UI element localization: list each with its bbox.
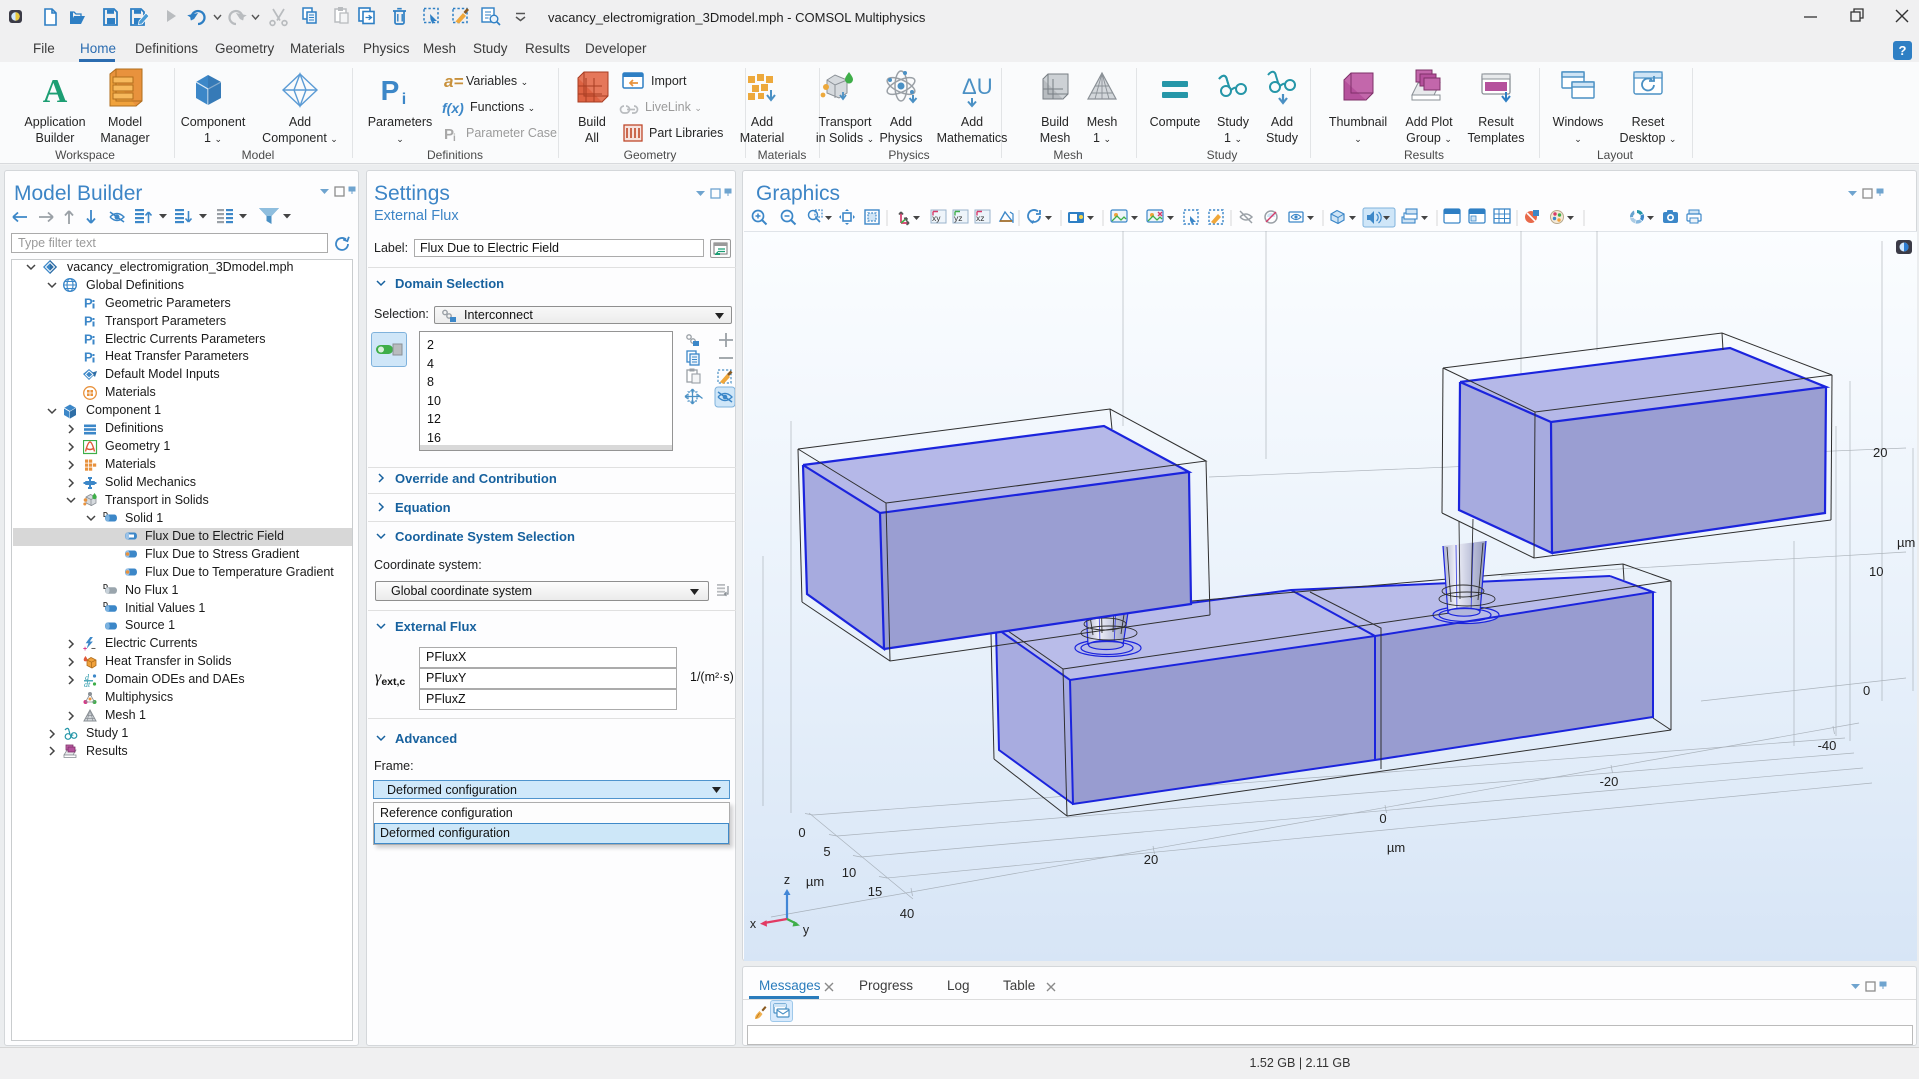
svg-text:0: 0 bbox=[1863, 683, 1870, 698]
svg-text:ΔU: ΔU bbox=[962, 74, 993, 99]
svg-text:P: P bbox=[84, 296, 93, 311]
svg-text:-40: -40 bbox=[1818, 738, 1837, 753]
svg-text:P: P bbox=[381, 75, 400, 106]
svg-text:40: 40 bbox=[900, 906, 914, 921]
svg-text:i: i bbox=[453, 133, 456, 144]
svg-text:15: 15 bbox=[868, 884, 882, 899]
svg-text:dt: dt bbox=[84, 680, 91, 688]
svg-text:+: + bbox=[83, 646, 87, 652]
svg-text:P: P bbox=[84, 314, 93, 329]
svg-text:x: x bbox=[750, 917, 757, 931]
svg-text:y: y bbox=[803, 923, 810, 937]
svg-text:0: 0 bbox=[1379, 811, 1386, 826]
svg-text:10: 10 bbox=[1869, 564, 1883, 579]
svg-text:20: 20 bbox=[1873, 445, 1887, 460]
svg-text:-20: -20 bbox=[1600, 774, 1619, 789]
svg-text:10: 10 bbox=[842, 865, 856, 880]
svg-text:µm: µm bbox=[1897, 535, 1915, 550]
svg-text:−: − bbox=[91, 644, 96, 652]
svg-text:20: 20 bbox=[1144, 852, 1158, 867]
svg-text:µm: µm bbox=[1387, 840, 1405, 855]
svg-text:A: A bbox=[43, 73, 68, 110]
svg-text:5: 5 bbox=[823, 844, 830, 859]
svg-text:P: P bbox=[84, 332, 93, 347]
svg-text:µm: µm bbox=[806, 874, 824, 889]
svg-text:i: i bbox=[402, 91, 406, 108]
svg-text:z: z bbox=[784, 873, 790, 887]
svg-text:f(x): f(x) bbox=[442, 100, 464, 116]
svg-text:0: 0 bbox=[798, 825, 805, 840]
svg-text:a=: a= bbox=[444, 72, 463, 91]
svg-text:P: P bbox=[84, 350, 93, 365]
